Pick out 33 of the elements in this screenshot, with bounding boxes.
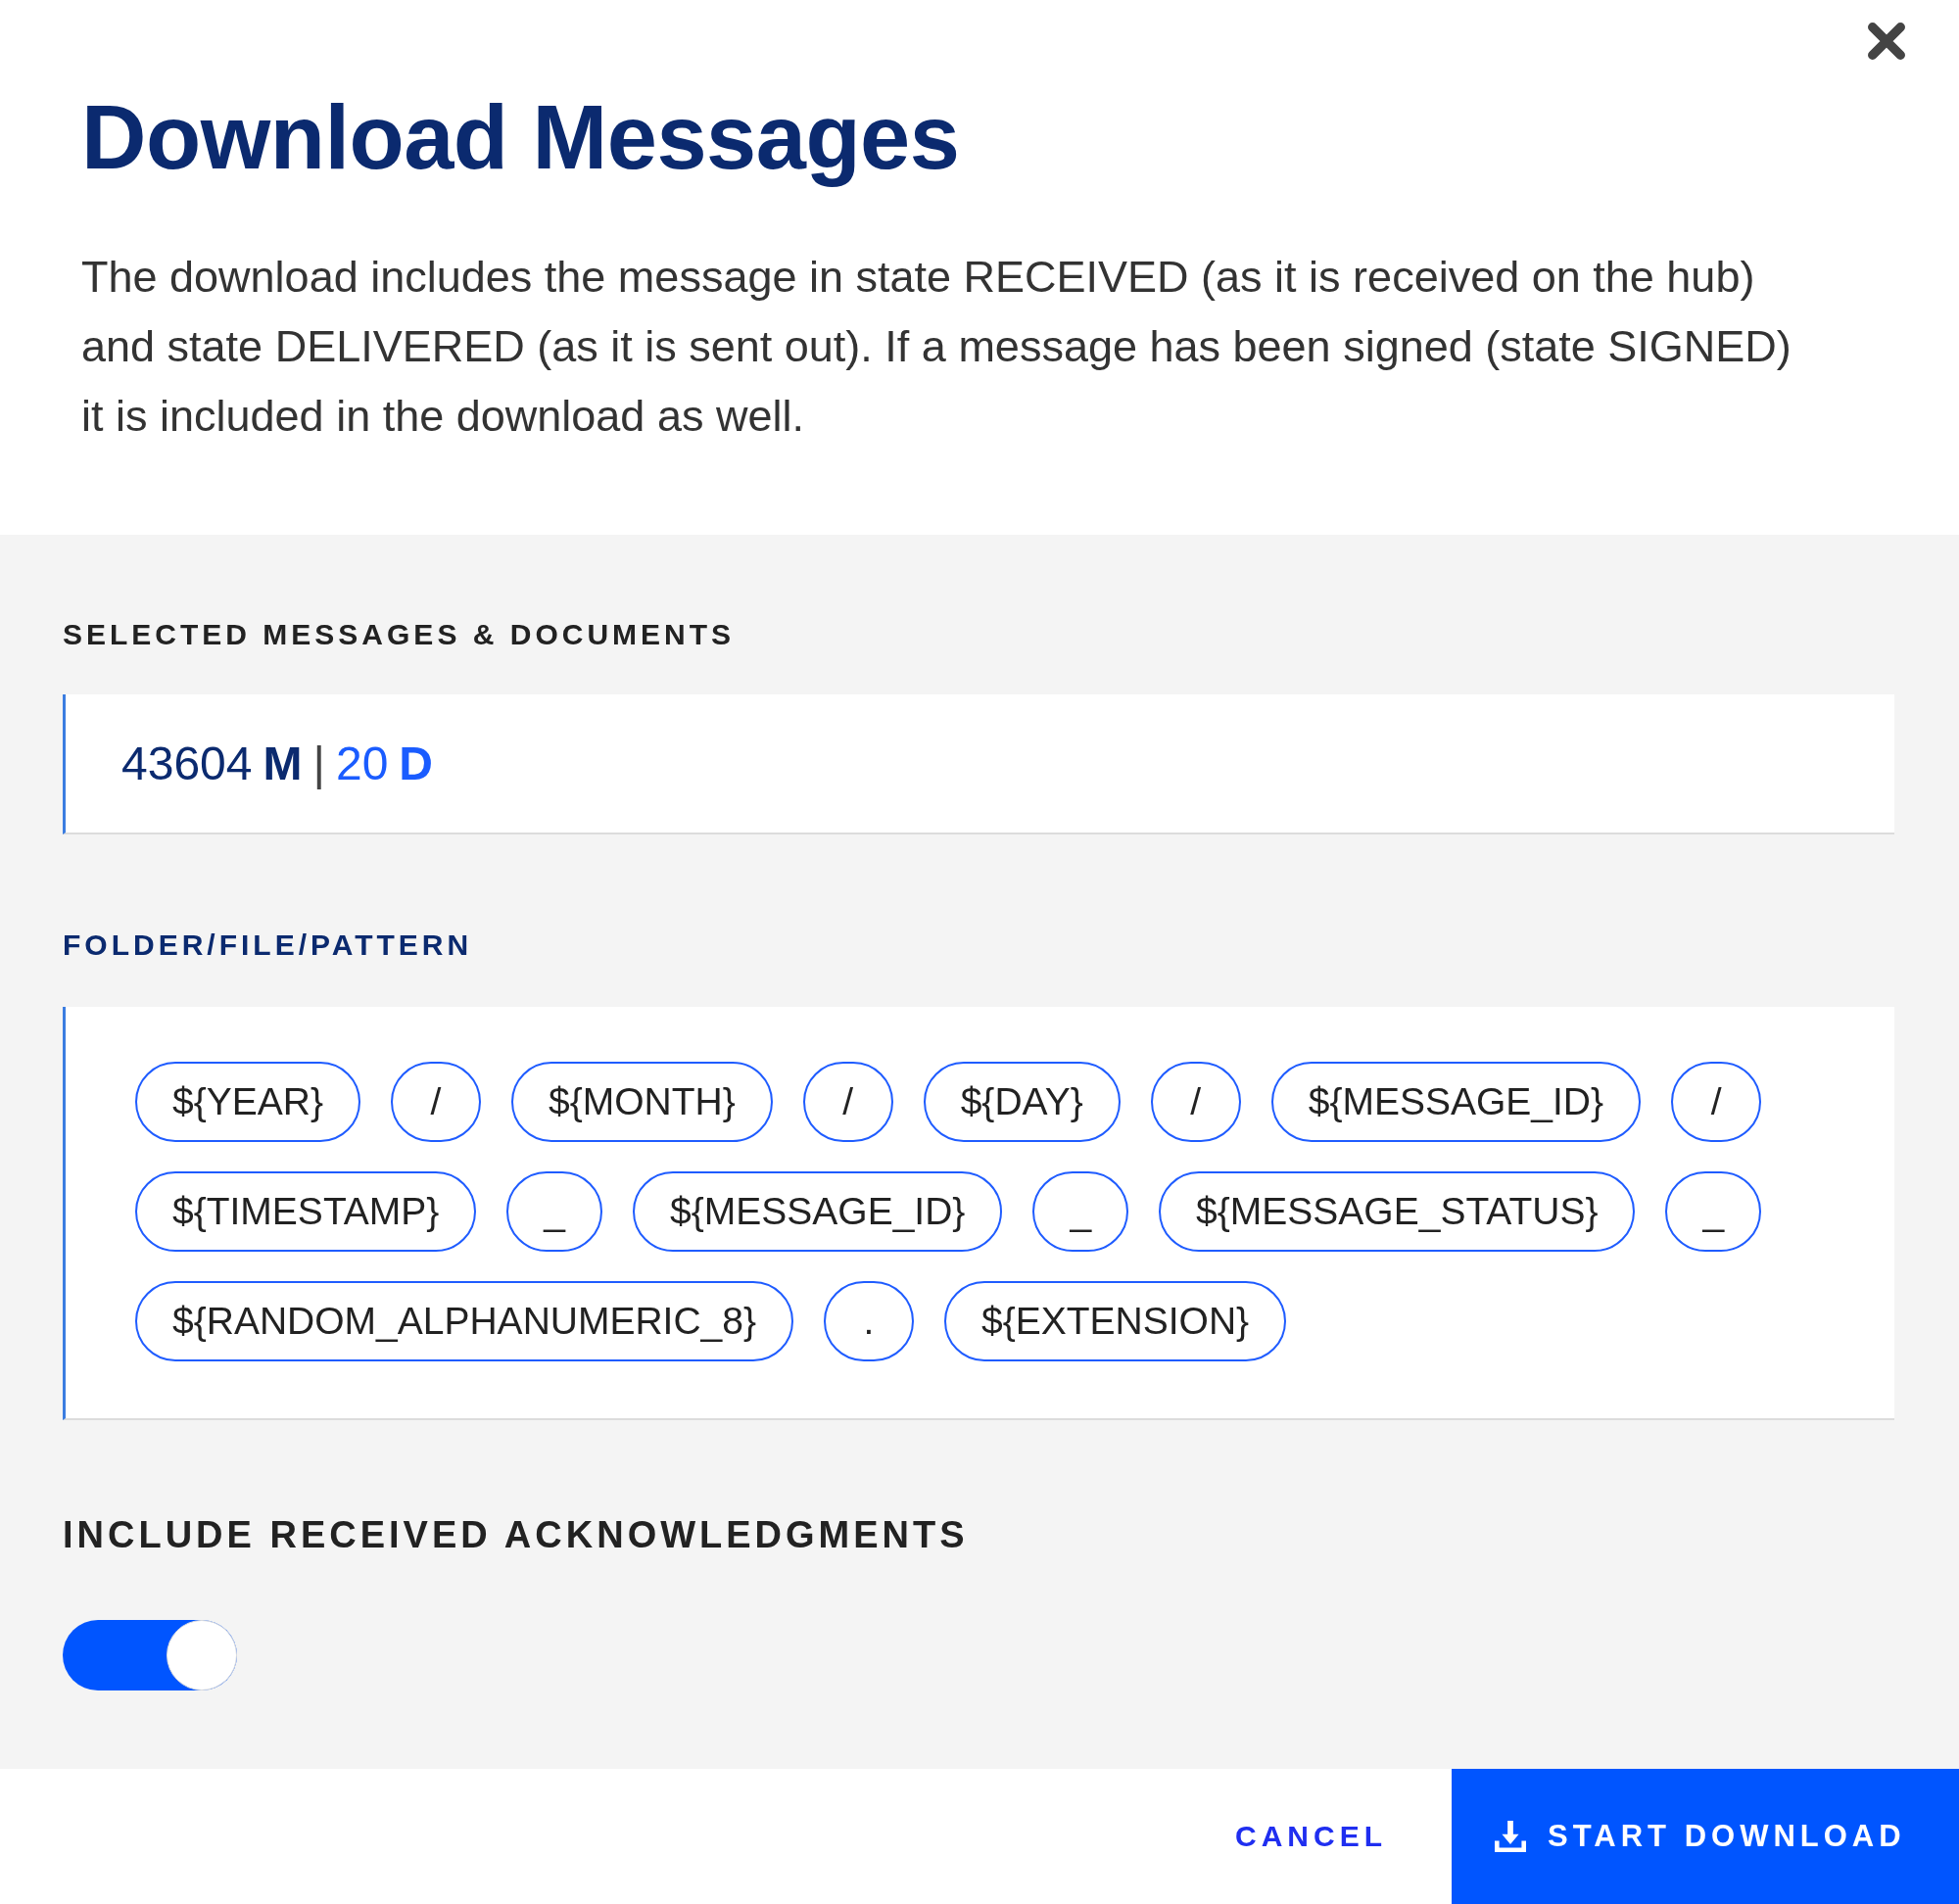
pattern-field[interactable]: ${YEAR} / ${MONTH} / ${DAY} / ${MESSAGE_ID} / ${TIMESTAMP} _ ${MESSAGE_ID} _ ${MESSAGE_STATUS} _ ${RANDOM_ALPHANUMERIC_8} . ${EXTENSION} <box>63 1007 1894 1420</box>
messages-unit: M <box>263 737 303 790</box>
close-icon <box>1868 23 1905 60</box>
pattern-token[interactable]: _ <box>506 1171 603 1252</box>
documents-count: 20 <box>335 737 389 790</box>
pattern-token[interactable]: ${MESSAGE_ID} <box>1270 1062 1642 1142</box>
pattern-token[interactable]: . <box>824 1281 915 1361</box>
dialog-title: Download Messages <box>81 86 960 189</box>
pattern-token[interactable]: ${EXTENSION} <box>944 1281 1287 1361</box>
pattern-token[interactable]: / <box>1671 1062 1762 1142</box>
close-button[interactable] <box>1868 23 1905 60</box>
documents-unit: D <box>399 737 433 790</box>
section-label: SELECTED MESSAGES & DOCUMENTS <box>63 617 736 652</box>
pattern-token[interactable]: / <box>802 1062 893 1142</box>
description-text: The download includes the message in state RECEIVED (as it is received on the hub) and state DELIVERED (as it is sent out). If a message has been signed (state SIGNED) it is included in the download as well. <box>81 251 1792 443</box>
pattern-token[interactable]: ${DAY} <box>923 1062 1121 1142</box>
pattern-token[interactable]: ${MONTH} <box>510 1062 773 1142</box>
pattern-token[interactable]: ${MESSAGE_ID} <box>633 1171 1003 1252</box>
start-download-button[interactable]: START DOWNLOAD <box>1452 1769 1959 1904</box>
separator-text: | <box>312 737 325 790</box>
pattern-token[interactable]: ${RANDOM_ALPHANUMERIC_8} <box>135 1281 794 1361</box>
pattern-token[interactable]: _ <box>1032 1171 1129 1252</box>
pattern-token[interactable]: ${TIMESTAMP} <box>135 1171 477 1252</box>
pattern-token[interactable]: ${MESSAGE_STATUS} <box>1159 1171 1636 1252</box>
section-label: INCLUDE RECEIVED ACKNOWLEDGMENTS <box>63 1513 969 1557</box>
download-icon <box>1495 1821 1526 1852</box>
pattern-token[interactable]: _ <box>1665 1171 1762 1252</box>
cancel-button[interactable]: CANCEL <box>1219 1806 1403 1867</box>
messages-count: 43604 <box>121 737 253 790</box>
pattern-token[interactable]: / <box>1150 1062 1241 1142</box>
pattern-token[interactable]: ${YEAR} <box>135 1062 360 1142</box>
section-label: FOLDER/FILE/PATTERN <box>63 928 473 963</box>
pattern-token[interactable]: / <box>390 1062 481 1142</box>
